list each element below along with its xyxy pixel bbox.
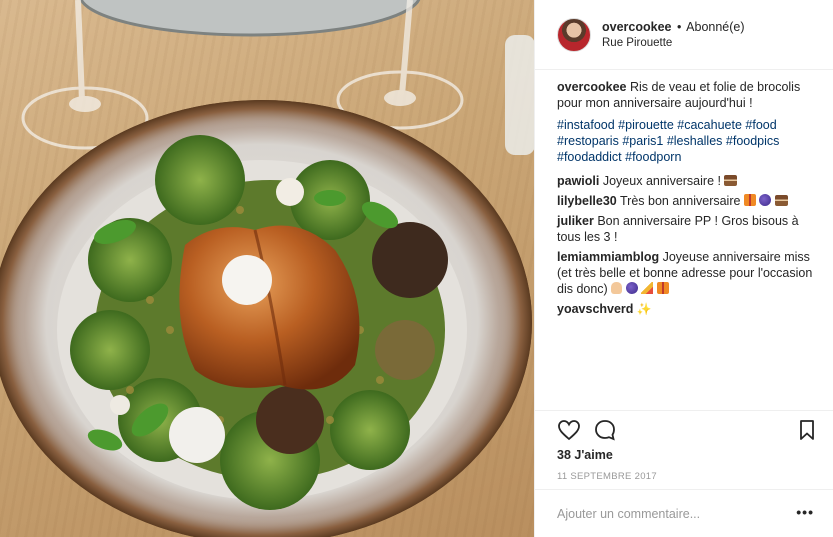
hashtag-link[interactable]: #paris1: [622, 134, 663, 148]
more-options-icon[interactable]: •••: [796, 504, 814, 520]
post-actions: 38 J'aime 11 septembre 2017: [535, 410, 833, 488]
comment-item: pawioli Joyeux anniversaire !: [557, 173, 819, 189]
comment-item: juliker Bon anniversaire PP ! Gros bisou…: [557, 213, 819, 245]
comment-item: lilybelle30 Très bon anniversaire: [557, 193, 819, 209]
food-photo-illustration: [0, 0, 534, 537]
comment-text: Joyeux anniversaire !: [602, 174, 721, 188]
gift-emoji-icon: [743, 194, 756, 206]
caption-hashtags: #instafood #pirouette #cacahuete #food #…: [557, 117, 819, 165]
party-popper-emoji-icon: [641, 282, 654, 294]
follow-status-button[interactable]: Abonné(e): [686, 20, 744, 34]
balloon-emoji-icon: [625, 282, 638, 294]
cake-emoji-icon: [774, 195, 788, 206]
hashtag-link[interactable]: #cacahuete: [677, 118, 742, 132]
comment-username[interactable]: lilybelle30: [557, 194, 617, 208]
header-separator: •: [676, 19, 682, 34]
comment-item: yoavschverd ✨: [557, 301, 819, 317]
save-bookmark-icon[interactable]: [795, 418, 819, 442]
caption: overcookee Ris de veau et folie de broco…: [557, 79, 819, 111]
comment-item: lemiammiamblog Joyeuse anniversaire miss…: [557, 249, 819, 297]
post-date[interactable]: 11 septembre 2017: [557, 471, 657, 482]
location-link[interactable]: Rue Pirouette: [602, 35, 745, 51]
sparkles-emoji-icon: ✨: [636, 302, 652, 316]
add-comment-input[interactable]: [557, 505, 787, 523]
balloon-emoji-icon: [759, 194, 772, 206]
comments-list: overcookee Ris de veau et folie de broco…: [557, 79, 819, 321]
post-header: overcookee • Abonné(e) Rue Pirouette: [535, 0, 833, 70]
post-side-panel: overcookee • Abonné(e) Rue Pirouette ove…: [534, 0, 833, 537]
sweetbread-meat: [179, 225, 360, 390]
cake-emoji-icon: [724, 175, 738, 186]
comment-username[interactable]: yoavschverd: [557, 302, 633, 316]
comment-username[interactable]: pawioli: [557, 174, 599, 188]
hashtag-link[interactable]: #restoparis: [557, 134, 619, 148]
gift-emoji-icon: [656, 282, 669, 294]
header-text: overcookee • Abonné(e) Rue Pirouette: [602, 19, 745, 51]
hashtag-link[interactable]: #leshalles: [667, 134, 723, 148]
hashtag-link[interactable]: #food: [745, 118, 776, 132]
hashtag-link[interactable]: #foodaddict: [557, 150, 622, 164]
hashtag-link[interactable]: #foodpics: [726, 134, 780, 148]
header-username[interactable]: overcookee: [602, 20, 671, 34]
hashtag-link[interactable]: #instafood: [557, 118, 615, 132]
add-comment-bar: •••: [535, 489, 833, 537]
comment-text: Très bon anniversaire: [620, 194, 741, 208]
like-heart-icon[interactable]: [557, 418, 581, 442]
comment-username[interactable]: juliker: [557, 214, 594, 228]
comment-text: Bon anniversaire PP ! Gros bisous à tous…: [557, 214, 799, 244]
comment-username[interactable]: lemiammiamblog: [557, 250, 659, 264]
caption-username[interactable]: overcookee: [557, 80, 626, 94]
instagram-post: overcookee • Abonné(e) Rue Pirouette ove…: [0, 0, 833, 537]
comment-bubble-icon[interactable]: [593, 418, 617, 442]
likes-count[interactable]: 38 J'aime: [557, 448, 613, 462]
header-line: overcookee • Abonné(e): [602, 19, 745, 35]
profile-avatar[interactable]: [557, 17, 591, 52]
action-buttons-row: [557, 418, 819, 446]
hand-emoji-icon: [611, 282, 623, 294]
hashtag-link[interactable]: #foodporn: [625, 150, 681, 164]
post-photo[interactable]: [0, 0, 534, 537]
hashtag-link[interactable]: #pirouette: [618, 118, 674, 132]
